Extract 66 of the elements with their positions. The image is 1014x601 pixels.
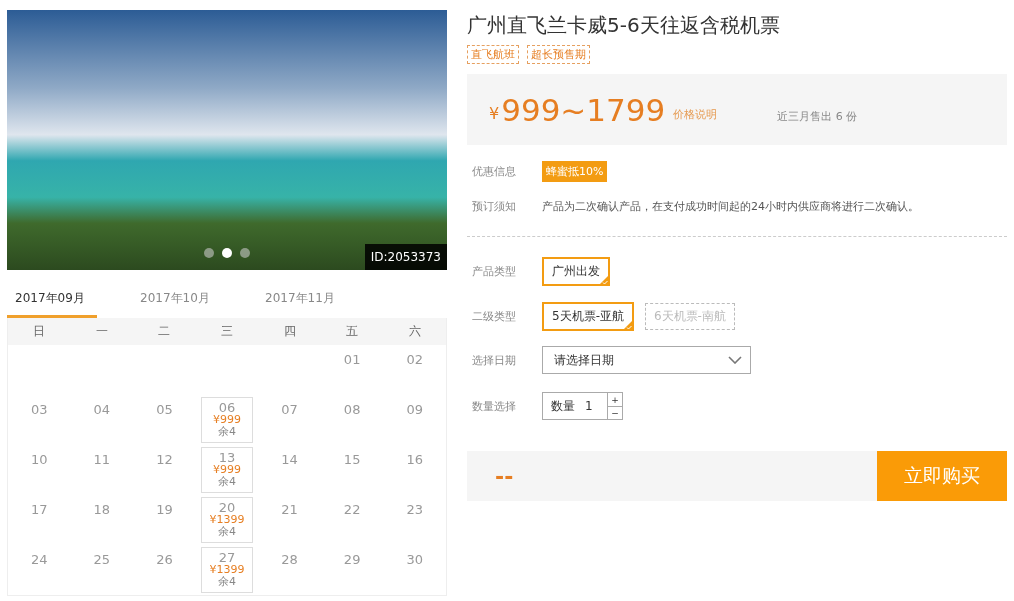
calendar-day: 29 xyxy=(343,552,361,567)
calendar-day: 28 xyxy=(281,552,298,567)
weekday-label: 六 xyxy=(407,323,422,340)
product-title: 广州直飞兰卡威5-6天往返含税机票 xyxy=(467,12,781,39)
field-label: 数量选择 xyxy=(471,398,517,414)
calendar-day: 03 xyxy=(31,402,48,417)
field-label: 二级类型 xyxy=(471,309,517,324)
calendar-day: 25 xyxy=(93,552,111,567)
option-chip[interactable]: 6天机票-南航 xyxy=(644,303,735,330)
carousel-dot[interactable] xyxy=(240,248,250,258)
option-chip[interactable]: 广州出发 xyxy=(542,257,610,286)
month-tab[interactable]: 2017年11月 xyxy=(257,284,382,318)
field-label: 选择日期 xyxy=(471,352,517,368)
weekday-label: 四 xyxy=(282,323,297,340)
calendar-day: 22 xyxy=(343,502,361,517)
weekday-label: 一 xyxy=(94,323,109,340)
feature-tag: 超长预售期 xyxy=(527,45,590,64)
feature-tag: 直飞航班 xyxy=(467,45,519,64)
currency-symbol: ¥ xyxy=(489,104,500,123)
calendar-day: 21 xyxy=(281,502,298,517)
calendar-day: 24 xyxy=(31,552,48,567)
calendar-day: 17 xyxy=(31,502,48,517)
calendar-date-option[interactable]: 27 ¥1399 余4 xyxy=(200,547,254,593)
carousel-dot[interactable] xyxy=(222,248,232,258)
weekday-label: 二 xyxy=(157,323,172,340)
photo-id-label: ID:2053373 xyxy=(364,244,447,270)
calendar-date-option[interactable]: 20 ¥1399 余4 xyxy=(200,497,254,543)
calendar-day: 09 xyxy=(406,402,423,417)
calendar-day: 05 xyxy=(156,402,173,417)
notice-text: 产品为二次确认产品，在支付成功时间起的24小时内供应商将进行二次确认。 xyxy=(542,199,919,214)
discount-badge: 蜂蜜抵10% xyxy=(542,161,608,182)
calendar-day: 30 xyxy=(406,552,423,567)
buy-now-button[interactable]: 立即购买 xyxy=(877,451,1007,501)
carousel-dot[interactable] xyxy=(204,248,214,258)
check-icon xyxy=(598,274,610,286)
price-range: 999~1799 xyxy=(501,91,666,128)
calendar-day: 23 xyxy=(406,502,423,517)
calendar-day: 07 xyxy=(281,402,298,417)
calendar-day: 04 xyxy=(93,402,111,417)
calendar-day: 11 xyxy=(93,452,111,467)
field-label: 优惠信息 xyxy=(471,164,517,179)
calendar-date-option[interactable]: 06 ¥999 余4 xyxy=(200,397,254,443)
calendar-day: 26 xyxy=(156,552,173,567)
calendar-day: 18 xyxy=(93,502,111,517)
weekday-label: 五 xyxy=(345,323,360,340)
price-note-link[interactable]: 价格说明 xyxy=(673,107,718,122)
option-chip[interactable]: 5天机票-亚航 xyxy=(542,302,634,331)
month-tab[interactable]: 2017年10月 xyxy=(132,284,257,318)
chevron-down-icon xyxy=(728,356,742,364)
field-label: 产品类型 xyxy=(471,264,517,279)
weekday-label: 日 xyxy=(32,323,47,340)
calendar-day: 15 xyxy=(343,452,361,467)
calendar-day: 14 xyxy=(281,452,298,467)
field-label: 预订须知 xyxy=(471,199,517,214)
calendar-day: 19 xyxy=(156,502,173,517)
calendar-day: 02 xyxy=(406,352,423,367)
total-price: -- xyxy=(495,463,514,489)
calendar-day: 12 xyxy=(156,452,173,467)
calendar-day: 01 xyxy=(343,352,361,367)
calendar-day: 10 xyxy=(31,452,48,467)
date-select[interactable]: 请选择日期 xyxy=(542,346,751,374)
sales-count: 近三月售出 6 份 xyxy=(777,109,858,124)
calendar-day: 08 xyxy=(343,402,361,417)
weekday-label: 三 xyxy=(220,323,234,340)
calendar-date-option[interactable]: 13 ¥999 余4 xyxy=(200,447,254,493)
calendar-day: 16 xyxy=(406,452,423,467)
